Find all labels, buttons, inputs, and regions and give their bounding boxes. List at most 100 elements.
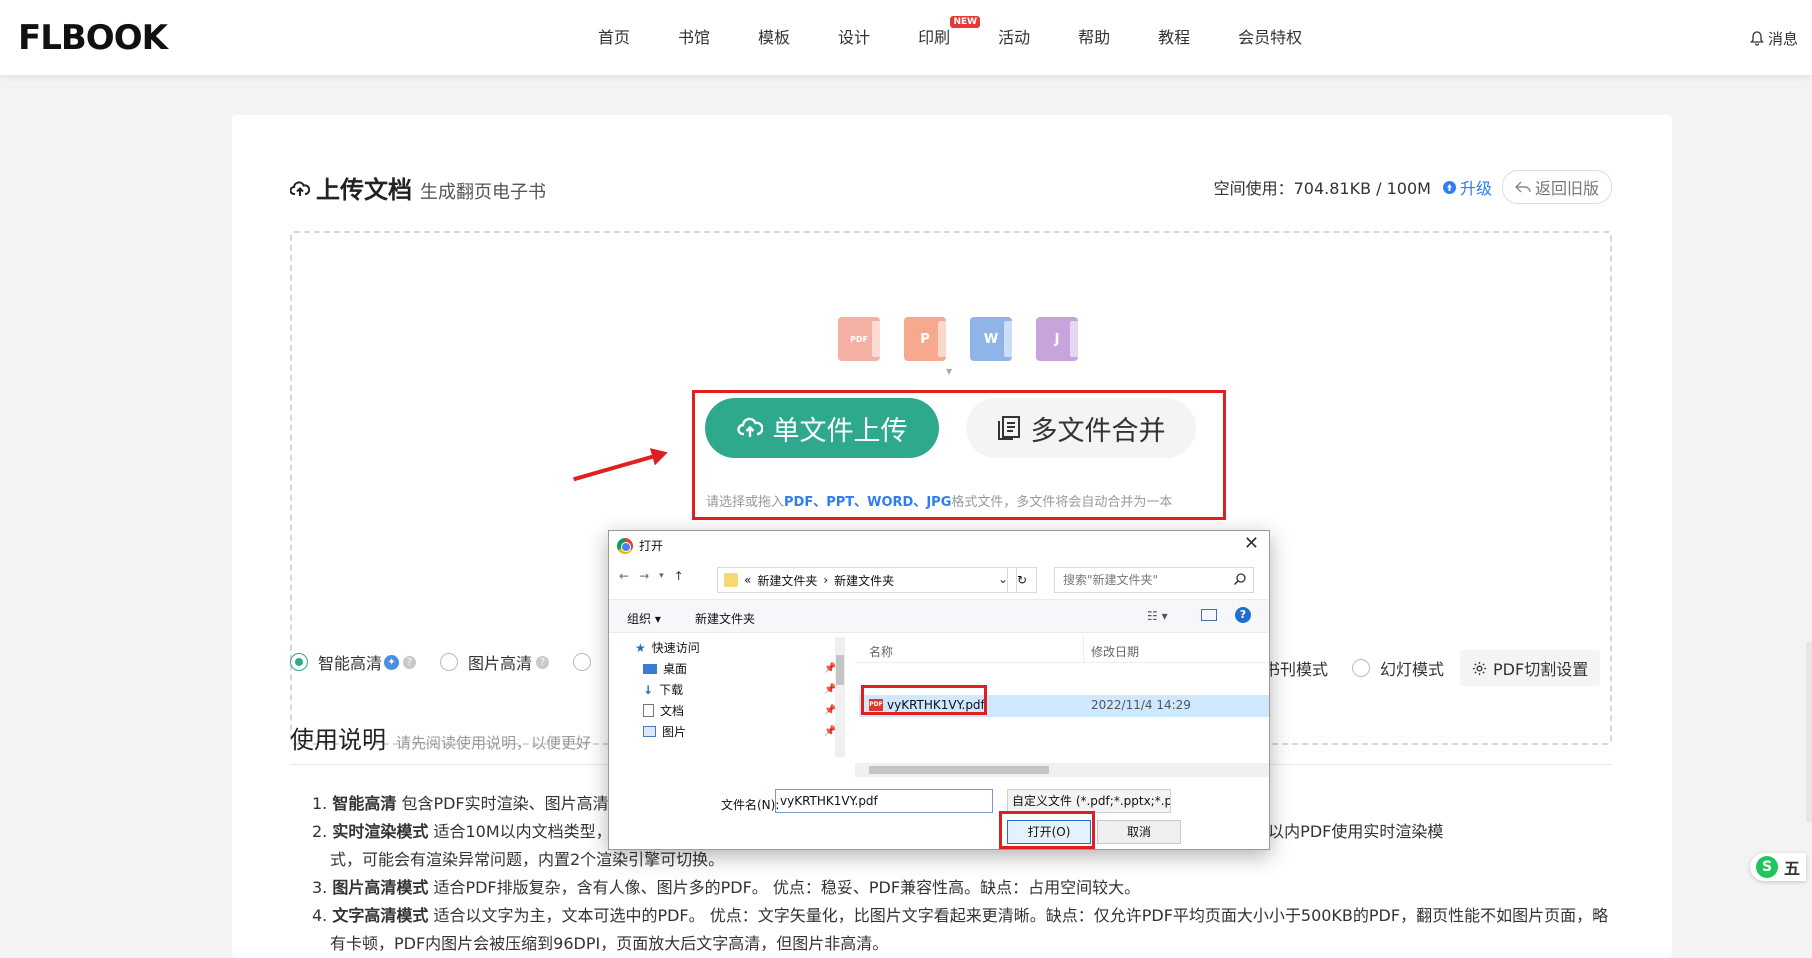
return-old-version-label: 返回旧版: [1534, 179, 1599, 198]
breadcrumb-folder[interactable]: 新建文件夹: [834, 572, 894, 589]
view-options-icon[interactable]: ☷ ▾: [1147, 609, 1168, 623]
sogou-icon: S: [1756, 856, 1778, 878]
jpg-file-icon: J: [1036, 317, 1084, 361]
dialog-toolbar: 组织 ▾ 新建文件夹 ☷ ▾ ?: [609, 599, 1269, 633]
nav-templates[interactable]: 模板: [758, 24, 790, 48]
back-arrow-icon[interactable]: ←: [619, 569, 629, 583]
radio-selected[interactable]: [290, 653, 308, 671]
address-bar[interactable]: « 新建文件夹 › 新建文件夹 ⌄: [717, 567, 1017, 593]
return-old-version-button[interactable]: 返回旧版: [1501, 170, 1612, 204]
nav-help[interactable]: 帮助: [1078, 24, 1110, 48]
tree-item-quick-access[interactable]: ★ 快速访问: [635, 639, 700, 656]
search-placeholder: 搜索"新建文件夹": [1063, 573, 1159, 587]
upgrade-link[interactable]: 升级: [1442, 175, 1492, 199]
path-prefix: «: [744, 573, 752, 587]
refresh-icon[interactable]: ↻: [1007, 567, 1037, 593]
documents-icon: [997, 416, 1020, 440]
hint-prefix: 请选择或拖入: [706, 495, 785, 510]
upload-header: 上传文档 生成翻页电子书: [290, 170, 546, 205]
nav-membership[interactable]: 会员特权: [1238, 24, 1302, 48]
tree-label: 快速访问: [651, 641, 700, 655]
filename-label: 文件名(N):: [721, 798, 780, 812]
tree-item-desktop[interactable]: 桌面: [643, 660, 687, 677]
file-open-dialog: 打开 ✕ ← → ▾ ↑ « 新建文件夹 › 新建文件夹 ⌄ ↻ 搜索"新建文件…: [608, 530, 1270, 850]
supported-file-icons: PDF P W J: [838, 317, 1084, 361]
cloud-upload-icon: [736, 417, 763, 437]
nav-library[interactable]: 书馆: [678, 24, 710, 48]
organize-menu[interactable]: 组织 ▾: [627, 610, 661, 627]
nav-print-label: 印刷: [918, 28, 951, 47]
cloud-upload-icon: [290, 181, 310, 196]
flbook-logo[interactable]: FLBOOK: [18, 18, 168, 58]
forward-arrow-icon[interactable]: →: [639, 569, 649, 583]
word-file-icon: W: [970, 317, 1018, 361]
breadcrumb-folder[interactable]: 新建文件夹: [757, 572, 817, 589]
ime-label: 五: [1784, 859, 1801, 878]
nav-design[interactable]: 设计: [838, 24, 870, 48]
chevron-down-icon[interactable]: ▾: [659, 571, 664, 581]
new-folder-button[interactable]: 新建文件夹: [695, 610, 755, 627]
new-badge: NEW: [950, 16, 981, 28]
tree-label: 下载: [659, 683, 684, 697]
magazine-mode-label: 书刊模式: [1264, 660, 1329, 679]
tree-scrollbar[interactable]: [835, 637, 845, 757]
ime-indicator[interactable]: S 五: [1750, 853, 1806, 881]
tree-item-documents[interactable]: 文档: [643, 702, 684, 719]
usage-header: 使用说明 请先阅读使用说明，以便更好: [290, 720, 591, 755]
horizontal-scrollbar[interactable]: [855, 763, 1269, 777]
usage-item-3: 3. 图片高清模式 适合PDF排版复杂，含有人像、图片多的PDF。 优点：稳妥、…: [312, 878, 1141, 897]
search-input[interactable]: 搜索"新建文件夹": [1054, 567, 1254, 593]
usage-item-text: 适合PDF排版复杂，含有人像、图片多的PDF。 优点：稳妥、PDF兼容性高。缺点…: [428, 878, 1141, 897]
radio-unselected[interactable]: [573, 653, 592, 671]
filetype-select[interactable]: 自定义文件 (*.pdf;*.pptx;*.ppt: [1007, 789, 1171, 813]
upgrade-icon: [1442, 180, 1456, 194]
top-nav-bar: FLBOOK 首页 书馆 模板 设计 印刷 NEW 活动 帮助 教程 会员特权 消…: [0, 0, 1812, 75]
single-file-upload-button[interactable]: 单文件上传: [705, 398, 939, 458]
nav-home[interactable]: 首页: [598, 24, 630, 48]
radio-unselected[interactable]: [440, 653, 459, 671]
close-icon[interactable]: ✕: [1244, 533, 1259, 554]
page-title: 上传文档: [316, 176, 412, 204]
dialog-title: 打开: [639, 539, 664, 553]
download-icon: ↓: [643, 682, 654, 697]
usage-subtitle: 请先阅读使用说明，以便更好: [396, 734, 592, 752]
desktop-icon: [643, 663, 657, 674]
messages-button[interactable]: 消息: [1750, 28, 1798, 49]
bell-icon: [1750, 31, 1764, 46]
pdf-cut-settings-button[interactable]: PDF切割设置: [1460, 650, 1601, 686]
hint-suffix: 格式文件，多文件将会自动合并为一本: [951, 495, 1173, 510]
search-icon: [1233, 573, 1246, 586]
settings-badge-icon[interactable]: ✦: [384, 654, 400, 670]
nav-print[interactable]: 印刷 NEW: [918, 16, 981, 48]
main-nav: 首页 书馆 模板 设计 印刷 NEW 活动 帮助 教程 会员特权: [598, 16, 1350, 48]
usage-item-text: 适合10M以内文档类型，: [428, 822, 612, 841]
nav-arrows: ← → ▾ ↑: [619, 569, 684, 583]
usage-item-4: 4. 文字高清模式 适合以文字为主，文本可选中的PDF。 优点：文字矢量化，比图…: [312, 906, 1609, 925]
help-icon[interactable]: ?: [1235, 607, 1251, 623]
usage-item-bold: 实时渲染模式: [332, 822, 429, 841]
radio-unselected[interactable]: [1352, 659, 1371, 677]
multi-file-merge-button[interactable]: 多文件合并: [966, 398, 1196, 458]
usage-item-text: 适合以文字为主，文本可选中的PDF。 优点：文字矢量化，比图片文字看起来更清晰。…: [428, 906, 1609, 925]
help-icon[interactable]: ?: [536, 655, 550, 669]
multi-merge-label: 多文件合并: [1030, 415, 1166, 447]
folder-icon: [724, 573, 738, 587]
help-icon[interactable]: ?: [403, 655, 417, 669]
cancel-button[interactable]: 取消: [1097, 820, 1181, 844]
back-arrow-icon: [1514, 181, 1531, 193]
column-date[interactable]: 修改日期: [1091, 643, 1139, 660]
tree-item-downloads[interactable]: ↓ 下载: [643, 681, 683, 698]
nav-events[interactable]: 活动: [998, 24, 1030, 48]
nav-tutorials[interactable]: 教程: [1158, 24, 1190, 48]
option-smart-hd[interactable]: 智能高清 ✦ ?: [290, 650, 417, 674]
single-upload-label: 单文件上传: [772, 415, 908, 447]
column-separator[interactable]: [1083, 635, 1084, 663]
breadcrumb-separator: ›: [823, 573, 829, 587]
filename-input[interactable]: vyKRTHK1VY.pdf: [775, 789, 993, 813]
column-name[interactable]: 名称: [869, 643, 893, 660]
tree-item-pictures[interactable]: 图片: [643, 723, 686, 740]
up-arrow-icon[interactable]: ↑: [674, 569, 684, 583]
option-image-hd[interactable]: 图片高清 ?: [440, 650, 550, 674]
preview-pane-icon[interactable]: [1201, 609, 1217, 621]
option-slide-mode[interactable]: 幻灯模式: [1352, 656, 1444, 680]
